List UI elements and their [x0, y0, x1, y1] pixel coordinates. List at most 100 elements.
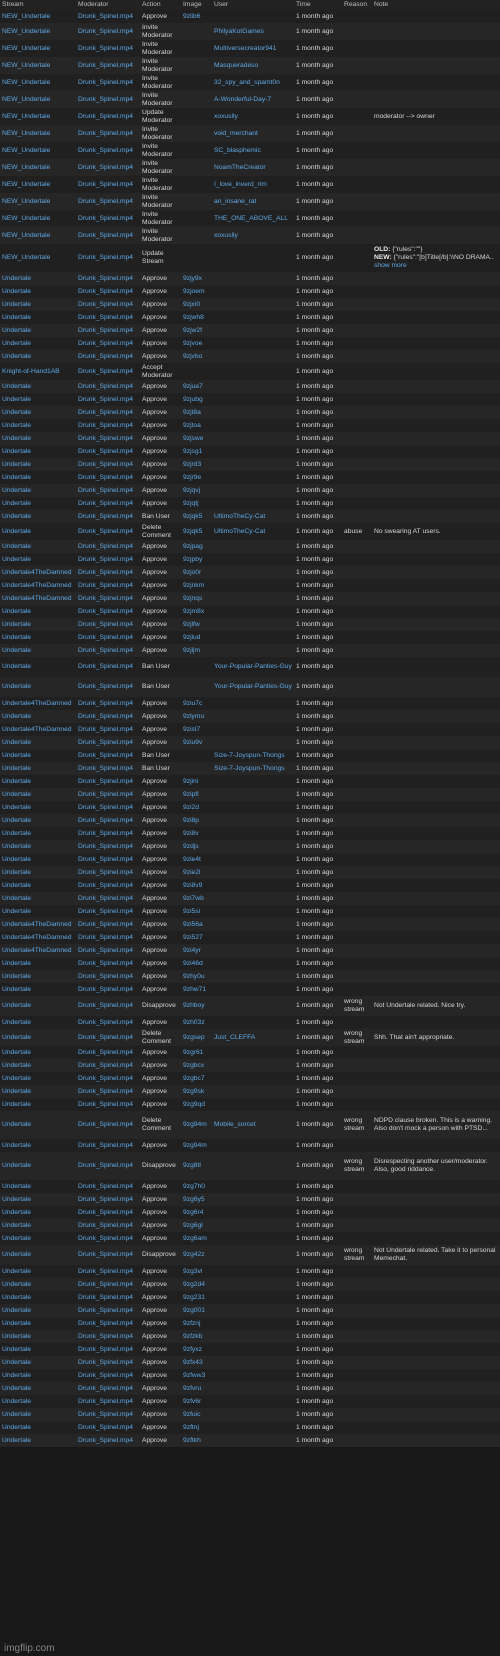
moderator-cell-link[interactable]: Drunk_Spinel.mp4 — [78, 1320, 133, 1327]
stream-cell-link[interactable]: Undertale — [2, 739, 31, 746]
moderator-cell-link[interactable]: Drunk_Spinel.mp4 — [78, 340, 133, 347]
stream-cell-link[interactable]: NEW_Undertale — [2, 147, 50, 154]
stream-cell-link[interactable]: Undertale — [2, 1121, 31, 1128]
image-cell-link[interactable]: 9zhy0u — [183, 973, 205, 980]
image-cell-link[interactable]: 9zg42z — [183, 1251, 205, 1258]
stream-cell-link[interactable]: Undertale — [2, 500, 31, 507]
moderator-cell-link[interactable]: Drunk_Spinel.mp4 — [78, 1196, 133, 1203]
moderator-cell-link[interactable]: Drunk_Spinel.mp4 — [78, 1034, 133, 1041]
image-cell-link[interactable]: 9zfvru — [183, 1385, 201, 1392]
image-cell-link[interactable]: 9zg6y5 — [183, 1196, 205, 1203]
image-cell-link[interactable]: 9zjoem — [183, 288, 205, 295]
stream-cell-link[interactable]: NEW_Undertale — [2, 181, 50, 188]
stream-cell-link[interactable]: Undertale — [2, 713, 31, 720]
stream-cell-link[interactable]: NEW_Undertale — [2, 79, 50, 86]
moderator-cell-link[interactable]: Drunk_Spinel.mp4 — [78, 595, 133, 602]
stream-cell-link[interactable]: Undertale — [2, 908, 31, 915]
image-cell-link[interactable]: 9zftnj — [183, 1424, 199, 1431]
user-cell-link[interactable]: I_love_inverd_rim — [214, 181, 267, 188]
stream-cell-link[interactable]: Undertale — [2, 513, 31, 520]
stream-cell-link[interactable]: Undertale4TheDamned — [2, 700, 72, 707]
image-cell-link[interactable]: 9zjqk5 — [183, 513, 202, 520]
image-cell-link[interactable]: 9zfv6r — [183, 1398, 201, 1405]
stream-cell-link[interactable]: Undertale — [2, 528, 31, 535]
moderator-cell-link[interactable]: Drunk_Spinel.mp4 — [78, 215, 133, 222]
moderator-cell-link[interactable]: Drunk_Spinel.mp4 — [78, 921, 133, 928]
stream-cell-link[interactable]: Undertale — [2, 1049, 31, 1056]
stream-cell-link[interactable]: Undertale — [2, 1385, 31, 1392]
image-cell-link[interactable]: 9zjy9x — [183, 275, 202, 282]
image-cell-link[interactable]: 9zjxi0 — [183, 301, 200, 308]
image-cell-link[interactable]: 9zfx43 — [183, 1359, 203, 1366]
stream-cell-link[interactable]: Undertale — [2, 1088, 31, 1095]
stream-cell-link[interactable]: Undertale — [2, 1034, 31, 1041]
moderator-cell-link[interactable]: Drunk_Spinel.mp4 — [78, 1411, 133, 1418]
stream-cell-link[interactable]: Undertale — [2, 778, 31, 785]
stream-cell-link[interactable]: Undertale — [2, 487, 31, 494]
image-cell-link[interactable]: 9zg231 — [183, 1294, 205, 1301]
image-cell-link[interactable]: 9zjrd3 — [183, 461, 201, 468]
moderator-cell-link[interactable]: Drunk_Spinel.mp4 — [78, 62, 133, 69]
stream-cell-link[interactable]: Undertale4TheDamned — [2, 582, 72, 589]
moderator-cell-link[interactable]: Drunk_Spinel.mp4 — [78, 663, 133, 670]
moderator-cell-link[interactable]: Drunk_Spinel.mp4 — [78, 1235, 133, 1242]
moderator-cell-link[interactable]: Drunk_Spinel.mp4 — [78, 973, 133, 980]
image-cell-link[interactable]: 9zjnkm — [183, 582, 204, 589]
stream-cell-link[interactable]: Undertale — [2, 608, 31, 615]
moderator-cell-link[interactable]: Drunk_Spinel.mp4 — [78, 198, 133, 205]
stream-cell-link[interactable]: Undertale — [2, 1268, 31, 1275]
user-cell-link[interactable]: Your-Popular-Panties-Guy — [214, 683, 292, 690]
moderator-cell-link[interactable]: Drunk_Spinel.mp4 — [78, 45, 133, 52]
stream-cell-link[interactable]: Undertale — [2, 327, 31, 334]
stream-cell-link[interactable]: Undertale — [2, 634, 31, 641]
stream-cell-link[interactable]: Undertale — [2, 353, 31, 360]
user-cell-link[interactable]: xoxuslly — [214, 113, 238, 120]
image-cell-link[interactable]: 9zjlud — [183, 634, 200, 641]
moderator-cell-link[interactable]: Drunk_Spinel.mp4 — [78, 1424, 133, 1431]
moderator-cell-link[interactable]: Drunk_Spinel.mp4 — [78, 1183, 133, 1190]
stream-cell-link[interactable]: Undertale — [2, 1075, 31, 1082]
stream-cell-link[interactable]: Undertale4TheDamned — [2, 934, 72, 941]
user-cell-link[interactable]: Just_CLEFFA — [214, 1034, 255, 1041]
stream-cell-link[interactable]: Undertale — [2, 396, 31, 403]
image-cell-link[interactable]: 9zhw71 — [183, 986, 206, 993]
moderator-cell-link[interactable]: Drunk_Spinel.mp4 — [78, 1333, 133, 1340]
moderator-cell-link[interactable]: Drunk_Spinel.mp4 — [78, 947, 133, 954]
stream-cell-link[interactable]: NEW_Undertale — [2, 13, 50, 20]
stream-cell-link[interactable]: Undertale — [2, 804, 31, 811]
image-cell-link[interactable]: 9zlib6 — [183, 13, 200, 20]
stream-cell-link[interactable]: Undertale — [2, 422, 31, 429]
moderator-cell-link[interactable]: Drunk_Spinel.mp4 — [78, 1049, 133, 1056]
stream-cell-link[interactable]: NEW_Undertale — [2, 232, 50, 239]
stream-cell-link[interactable]: Undertale — [2, 288, 31, 295]
moderator-cell-link[interactable]: Drunk_Spinel.mp4 — [78, 1385, 133, 1392]
moderator-cell-link[interactable]: Drunk_Spinel.mp4 — [78, 960, 133, 967]
image-cell-link[interactable]: 9zdjs — [183, 843, 199, 850]
stream-cell-link[interactable]: NEW_Undertale — [2, 113, 50, 120]
image-cell-link[interactable]: 9zlymu — [183, 713, 204, 720]
stream-cell-link[interactable]: Undertale — [2, 960, 31, 967]
image-cell-link[interactable]: 9zi8p — [183, 817, 199, 824]
user-cell-link[interactable]: void_merchant — [214, 130, 258, 137]
stream-cell-link[interactable]: Undertale — [2, 301, 31, 308]
stream-cell-link[interactable]: Undertale — [2, 1062, 31, 1069]
stream-cell-link[interactable]: Undertale4TheDamned — [2, 726, 72, 733]
image-cell-link[interactable]: 9zjlfw — [183, 621, 200, 628]
moderator-cell-link[interactable]: Drunk_Spinel.mp4 — [78, 301, 133, 308]
moderator-cell-link[interactable]: Drunk_Spinel.mp4 — [78, 543, 133, 550]
user-cell-link[interactable]: Mobile_sorcet — [214, 1121, 256, 1128]
moderator-cell-link[interactable]: Drunk_Spinel.mp4 — [78, 1121, 133, 1128]
image-cell-link[interactable]: 9zjpby — [183, 556, 202, 563]
moderator-cell-link[interactable]: Drunk_Spinel.mp4 — [78, 383, 133, 390]
stream-cell-link[interactable]: Undertale — [2, 986, 31, 993]
stream-cell-link[interactable]: Knight-of-Hand1AB — [2, 368, 60, 375]
moderator-cell-link[interactable]: Drunk_Spinel.mp4 — [78, 275, 133, 282]
stream-cell-link[interactable]: Undertale4TheDamned — [2, 569, 72, 576]
moderator-cell-link[interactable]: Drunk_Spinel.mp4 — [78, 817, 133, 824]
moderator-cell-link[interactable]: Drunk_Spinel.mp4 — [78, 513, 133, 520]
stream-cell-link[interactable]: Undertale — [2, 1101, 31, 1108]
image-cell-link[interactable]: 9zie2l — [183, 869, 200, 876]
image-cell-link[interactable]: 9zg94m — [183, 1121, 207, 1128]
image-cell-link[interactable]: 9zjsg1 — [183, 448, 202, 455]
image-cell-link[interactable]: 9zh03z — [183, 1019, 205, 1026]
